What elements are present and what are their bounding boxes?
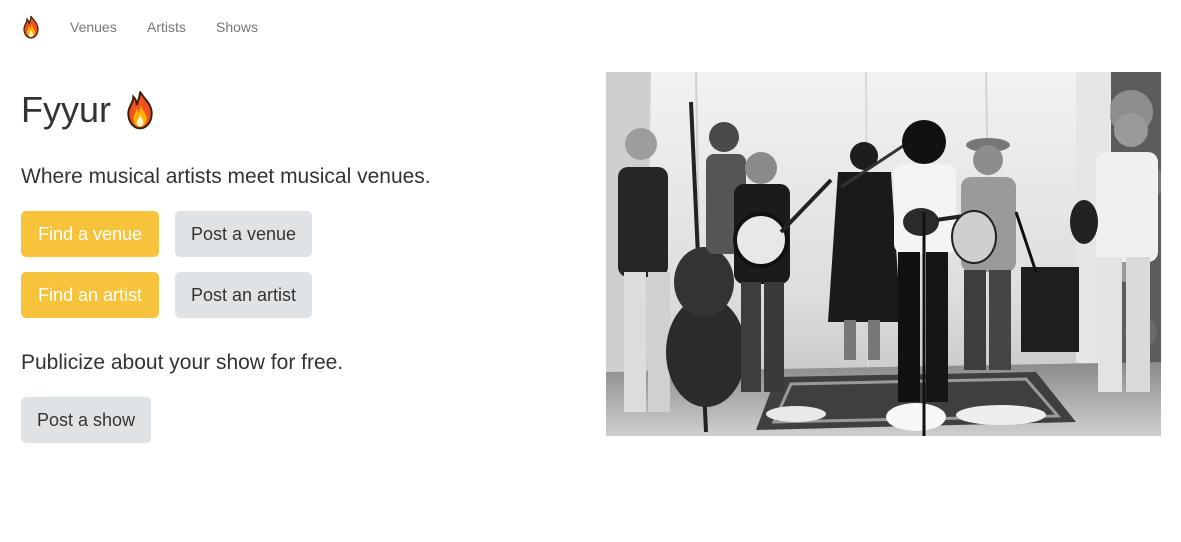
brand-flame-icon[interactable]	[21, 15, 41, 39]
post-venue-button[interactable]: Post a venue	[175, 211, 312, 257]
post-show-button[interactable]: Post a show	[21, 397, 151, 443]
publicize-text: Publicize about your show for free.	[21, 351, 344, 374]
page-title: Fyyur	[21, 88, 157, 132]
post-artist-button[interactable]: Post an artist	[175, 272, 312, 318]
flame-icon	[123, 90, 157, 130]
page-title-text: Fyyur	[21, 89, 111, 130]
nav-artists-link[interactable]: Artists	[147, 18, 186, 36]
tagline: Where musical artists meet musical venue…	[21, 165, 431, 188]
find-artist-button[interactable]: Find an artist	[21, 272, 159, 318]
nav-venues-link[interactable]: Venues	[70, 18, 117, 36]
navbar: Venues Artists Shows	[0, 0, 1181, 54]
find-venue-button[interactable]: Find a venue	[21, 211, 159, 257]
nav-shows-link[interactable]: Shows	[216, 18, 258, 36]
hero-band-photo	[606, 72, 1161, 436]
